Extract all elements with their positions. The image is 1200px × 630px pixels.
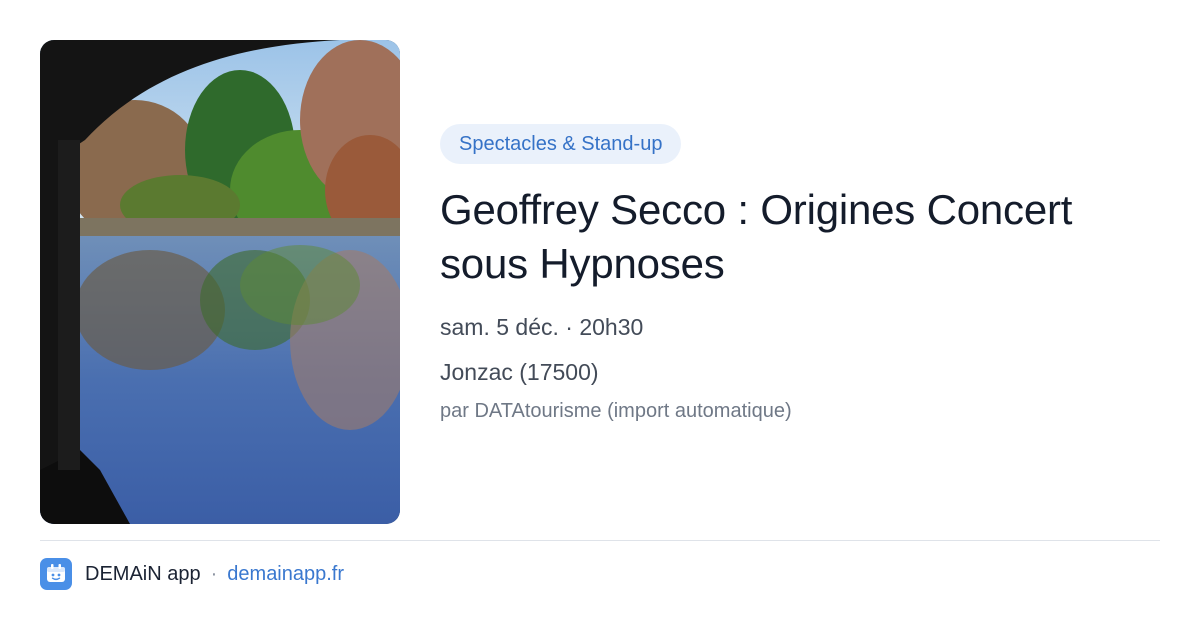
category-chip[interactable]: Spectacles & Stand-up	[440, 124, 682, 164]
event-source: par DATAtourisme (import automatique)	[440, 400, 792, 422]
event-info: Spectacles & Stand-up Geoffrey Secco : O…	[440, 124, 1160, 425]
app-website-link[interactable]: demainapp.fr	[227, 563, 344, 586]
event-title: Geoffrey Secco : Origines Concert sous H…	[440, 186, 1073, 287]
app-name: DEMAiN app	[85, 562, 201, 585]
event-photo	[40, 40, 400, 524]
event-datetime: sam. 5 déc. · 20h30	[440, 314, 644, 340]
footer: DEMAiN app · demainapp.fr	[40, 558, 344, 590]
demain-logo-icon	[40, 558, 72, 590]
event-location: Jonzac (17500)	[440, 359, 599, 385]
event-photo-river-bridge	[40, 40, 400, 524]
footer-separator: ·	[210, 562, 218, 585]
footer-divider	[40, 540, 1160, 541]
